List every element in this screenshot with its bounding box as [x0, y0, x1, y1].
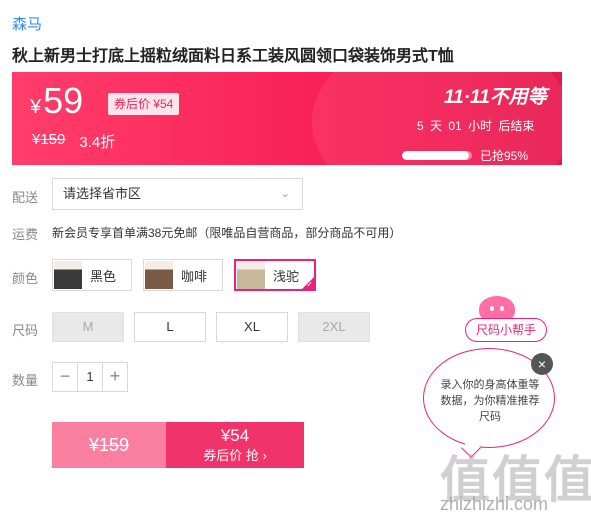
buy-button-group: ¥159 ¥54 券后价 抢 ›	[52, 422, 304, 468]
progress-fill	[402, 151, 469, 160]
mascot-eye	[490, 306, 494, 311]
color-option-label: 咖啡	[181, 268, 208, 284]
brand-link[interactable]: 森马	[12, 13, 42, 34]
size-option-xl[interactable]: XL	[216, 312, 288, 342]
color-thumbnail	[145, 261, 173, 289]
size-option-l[interactable]: L	[134, 312, 206, 342]
product-title: 秋上新男士打底上摇粒绒面料日系工装风圆领口袋装饰男式T恤	[12, 48, 454, 65]
original-price-row: ¥159 3.4折	[32, 131, 115, 152]
color-option-label: 黑色	[90, 268, 117, 284]
size-helper-tip: 录入你的身高体重等数据，为你精准推荐尺码	[440, 379, 540, 423]
buy-original-price-button[interactable]: ¥159	[52, 422, 166, 468]
current-price: ¥ 59	[30, 80, 83, 122]
quantity-label: 数量	[12, 373, 39, 388]
quantity-value[interactable]: 1	[77, 363, 103, 391]
region-select-placeholder: 请选择省市区	[63, 186, 142, 201]
shipping-label: 运费	[12, 227, 39, 242]
chevron-down-icon: ⌄	[280, 188, 290, 200]
promo-title: 11·11不用等	[444, 87, 547, 108]
color-label: 颜色	[12, 271, 39, 286]
checkmark-icon: ✓	[306, 280, 313, 289]
quantity-minus-button[interactable]: −	[53, 363, 77, 391]
color-option-black[interactable]: 黑色	[52, 259, 132, 291]
quantity-plus-button[interactable]: +	[103, 363, 127, 391]
color-thumbnail	[237, 261, 265, 289]
progress-label: 已抢95%	[480, 149, 529, 163]
color-thumbnail	[54, 261, 82, 289]
buy-coupon-price: ¥54	[220, 426, 250, 445]
size-option-2xl: 2XL	[298, 312, 370, 342]
coupon-price-badge: 券后价 ¥54	[108, 93, 180, 115]
size-helper-button[interactable]: 尺码小帮手	[465, 318, 547, 342]
original-price: ¥159	[32, 131, 66, 148]
close-icon[interactable]: ×	[531, 353, 553, 375]
sales-progress: 已抢95%	[402, 147, 528, 164]
color-option-label: 浅驼	[273, 268, 300, 284]
shipping-info: 新会员专享首单满38元免邮（限唯品自营商品，部分商品不可用）	[52, 226, 402, 240]
progress-track	[402, 151, 472, 160]
price-banner: ¥ 59 券后价 ¥54 ¥159 3.4折 11·11不用等 5 天 01 小…	[12, 72, 562, 165]
current-price-value: 59	[43, 80, 84, 121]
buy-coupon-action: 券后价 抢 ›	[203, 448, 267, 463]
delivery-label: 配送	[12, 190, 39, 205]
discount-rate: 3.4折	[79, 134, 116, 151]
mascot-eye	[500, 306, 504, 311]
buy-with-coupon-button[interactable]: ¥54 券后价 抢 ›	[166, 422, 304, 468]
region-select[interactable]: 请选择省市区 ⌄	[52, 178, 303, 210]
watermark-site: zhizhizhi.com	[440, 494, 549, 514]
countdown-timer: 5 天 01 小时 后结束	[417, 119, 535, 133]
color-option-coffee[interactable]: 咖啡	[143, 259, 223, 291]
color-option-light-camel[interactable]: 浅驼 ✓	[234, 259, 316, 291]
quantity-stepper: − 1 +	[52, 362, 128, 392]
buy-original-price: ¥159	[88, 435, 130, 455]
currency-symbol: ¥	[30, 96, 42, 118]
size-label: 尺码	[12, 323, 39, 338]
size-option-m: M	[52, 312, 124, 342]
